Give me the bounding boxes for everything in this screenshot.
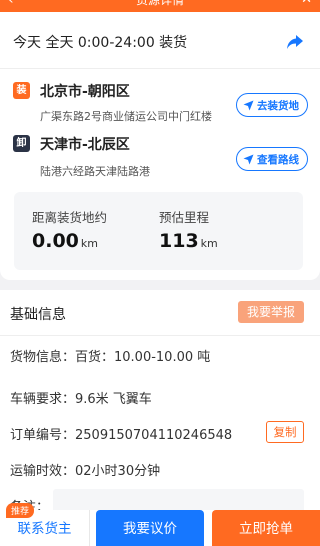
page-title: 货源详情: [135, 0, 184, 7]
bottom-action-bar: 联系货主 推荐 我要议价 立即抢单: [0, 503, 320, 546]
distance-unit: km: [80, 237, 98, 250]
cargo-info: 货物信息：百货：10.00-10.00 吨: [10, 350, 211, 365]
share-arrow-icon[interactable]: [286, 34, 304, 50]
top-bar: ‹ 货源详情 ✕: [0, 0, 320, 12]
route-card: 今天 全天 0:00-24:00 装货 装 北京市-朝阳区 广渠东路2号商业储运…: [0, 12, 320, 280]
go-to-load-label: 去装货地: [257, 99, 299, 112]
loading-time: 今天 全天 0:00-24:00 装货: [13, 35, 188, 51]
load-city: 北京市-朝阳区: [40, 84, 130, 100]
distance-to-load-number: 0.00: [32, 230, 79, 252]
vehicle-requirement: 车辆要求：9.6米 飞翼车: [10, 392, 152, 407]
load-address: 广渠东路2号商业储运公司中门红楼: [40, 110, 212, 123]
order-number: 订单编号：2509150704110246548: [10, 428, 233, 443]
mileage-number: 113: [159, 230, 199, 252]
divider: [0, 335, 320, 336]
negotiate-button[interactable]: 我要议价: [96, 510, 204, 546]
section-title: 基础信息: [10, 307, 66, 323]
recommend-badge: 推荐: [6, 503, 35, 518]
distance-to-load-value: 0.00 km: [32, 230, 98, 252]
go-to-load-button[interactable]: 去装货地: [236, 93, 308, 117]
transport-duration: 运输时效：02小时30分钟: [10, 464, 161, 479]
navigate-icon: [243, 154, 254, 164]
view-route-label: 查看路线: [257, 153, 299, 166]
close-icon[interactable]: ✕: [301, 0, 312, 7]
view-route-button[interactable]: 查看路线: [236, 147, 308, 171]
unload-city: 天津市-北辰区: [40, 137, 130, 153]
mileage-label: 预估里程: [159, 210, 210, 225]
basic-info-card: 基础信息 我要举报 货物信息：百货：10.00-10.00 吨 车辆要求：9.6…: [0, 290, 320, 546]
unload-address: 陆港六经路天津陆路港: [40, 165, 150, 178]
distance-to-load-label: 距离装货地约: [32, 210, 108, 225]
distance-panel: 距离装货地约 预估里程 0.00 km 113 km: [14, 192, 303, 270]
mileage-unit: km: [200, 237, 218, 250]
unload-tag: 卸: [13, 135, 30, 152]
grab-order-button[interactable]: 立即抢单: [212, 510, 320, 546]
navigate-icon: [243, 100, 254, 110]
copy-button[interactable]: 复制: [266, 421, 304, 443]
load-tag: 装: [13, 82, 30, 99]
mileage-value: 113 km: [159, 230, 218, 252]
divider: [0, 68, 320, 69]
report-button[interactable]: 我要举报: [238, 301, 304, 323]
